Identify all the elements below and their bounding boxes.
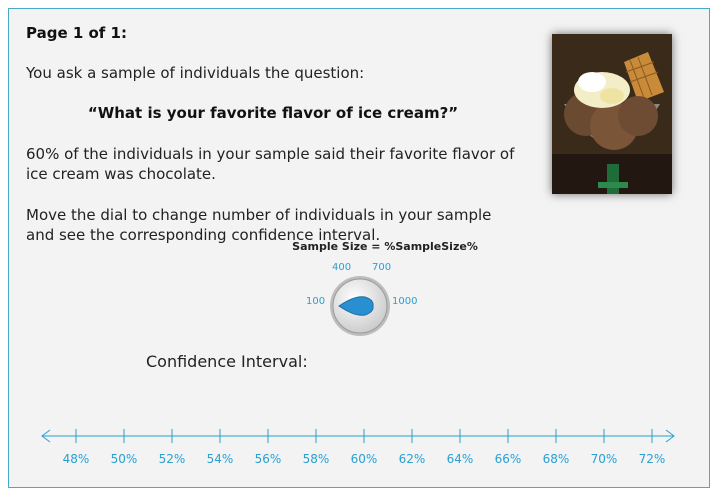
percent-axis: 48% 50% 52% 54% 56% 58% 60% 62% 64% 66% 68% 70% 72% (38, 422, 680, 472)
result-text: 60% of the individuals in your sample sa… (26, 145, 515, 183)
axis-tick-label: 62% (399, 452, 426, 466)
axis-tick-label: 64% (447, 452, 474, 466)
sample-size-dial[interactable] (329, 275, 391, 337)
axis-tick-label: 70% (591, 452, 618, 466)
dial-tick-100: 100 (306, 296, 326, 307)
dial-tick-1000: 1000 (392, 296, 418, 307)
axis-tick-label: 58% (303, 452, 330, 466)
axis-tick-label: 48% (63, 452, 90, 466)
axis-tick-label: 56% (255, 452, 282, 466)
dial-tick-400: 400 (332, 262, 352, 273)
page-label: Page 1 of 1: (26, 24, 127, 42)
instruction-text: Move the dial to change number of indivi… (26, 206, 492, 244)
dial-tick-700: 700 (372, 262, 392, 273)
axis-tick-label: 54% (207, 452, 234, 466)
axis-tick-label: 60% (351, 452, 378, 466)
confidence-interval-label: Confidence Interval: (146, 352, 308, 371)
ice-cream-photo (552, 34, 672, 194)
survey-question: “What is your favorite flavor of ice cre… (87, 104, 459, 122)
axis-tick-label: 68% (543, 452, 570, 466)
axis-tick-label: 66% (495, 452, 522, 466)
dial-title: Sample Size = %SampleSize% (292, 240, 478, 253)
axis-tick-label: 72% (639, 452, 666, 466)
axis-tick-label: 52% (159, 452, 186, 466)
question-intro: You ask a sample of individuals the ques… (26, 64, 365, 82)
axis-tick-label: 50% (111, 452, 138, 466)
